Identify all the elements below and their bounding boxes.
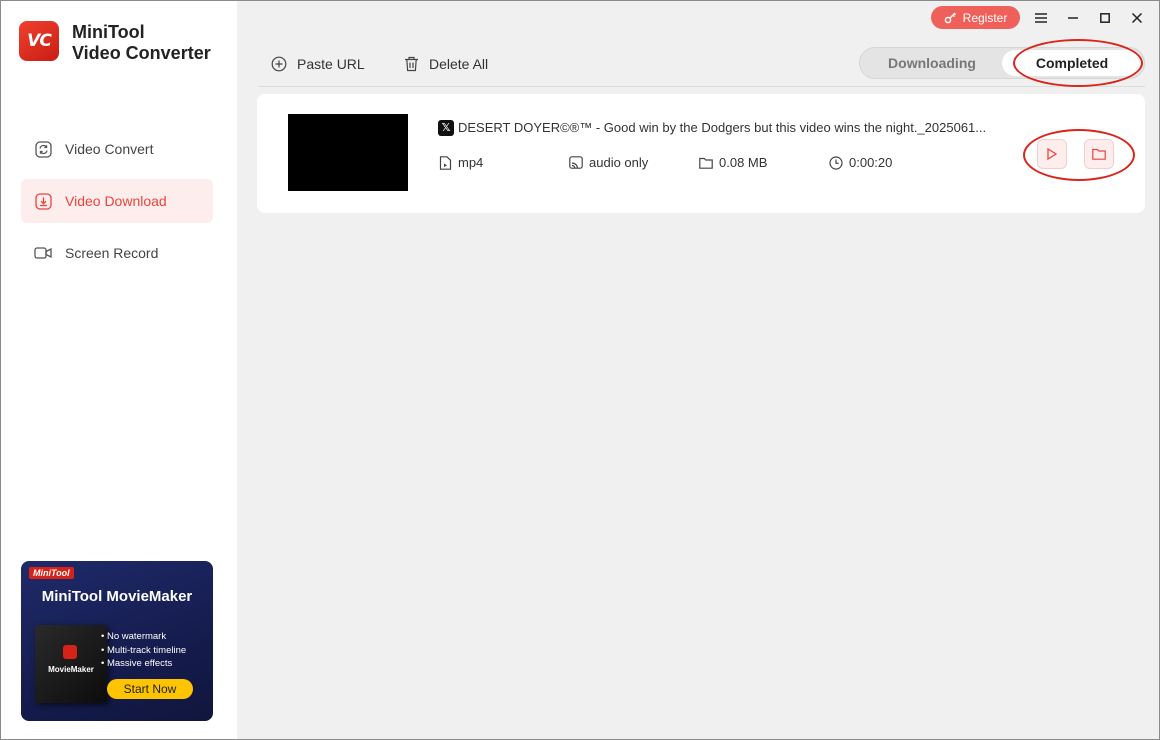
sidebar-item-video-download[interactable]: Video Download <box>21 179 213 223</box>
ad-feature: • Massive effects <box>101 658 173 669</box>
app-name: MiniTool Video Converter <box>72 22 211 64</box>
app-name-line2: Video Converter <box>72 43 211 63</box>
meta-type: audio only <box>569 155 648 170</box>
toolbar-divider <box>259 86 1145 87</box>
start-now-button[interactable]: Start Now <box>107 679 193 699</box>
file-title: DESERT DOYER©®™ - Good win by the Dodger… <box>458 120 987 135</box>
sidebar-nav: Video Convert Video Download Screen Reco… <box>21 127 213 283</box>
app-name-line1: MiniTool <box>72 22 145 42</box>
paste-url-button[interactable]: Paste URL <box>271 53 365 75</box>
moviemaker-ad-banner[interactable]: MiniTool MiniTool MovieMaker MovieMaker … <box>21 561 213 721</box>
paste-url-label: Paste URL <box>297 56 365 72</box>
sidebar: VC MiniTool Video Converter Video Conver… <box>1 1 237 739</box>
video-thumbnail[interactable] <box>288 114 408 191</box>
sidebar-item-label: Video Download <box>65 193 167 209</box>
sidebar-item-label: Screen Record <box>65 245 159 261</box>
meta-duration: 0:00:20 <box>829 155 892 170</box>
ad-title: MiniTool MovieMaker <box>41 588 193 605</box>
menu-icon[interactable] <box>1030 7 1052 29</box>
minimize-icon[interactable] <box>1062 7 1084 29</box>
sidebar-item-video-convert[interactable]: Video Convert <box>21 127 213 171</box>
meta-size: 0.08 MB <box>699 155 767 170</box>
moviemaker-logo-icon <box>63 645 77 659</box>
type-value: audio only <box>589 155 649 170</box>
ad-box-label: MovieMaker <box>48 665 94 674</box>
file-icon <box>439 155 452 170</box>
highlight-annotation-actions <box>1023 129 1135 181</box>
duration-value: 0:00:20 <box>849 155 893 170</box>
convert-icon <box>34 140 52 158</box>
meta-format: mp4 <box>439 155 483 170</box>
app-window: VC MiniTool Video Converter Video Conver… <box>0 0 1160 740</box>
clock-icon <box>829 155 843 170</box>
delete-all-label: Delete All <box>429 56 489 72</box>
size-value: 0.08 MB <box>719 155 768 170</box>
close-icon[interactable] <box>1126 7 1148 29</box>
trash-icon <box>404 56 419 72</box>
format-value: mp4 <box>458 155 484 170</box>
cast-icon <box>569 156 583 169</box>
delete-all-button[interactable]: Delete All <box>404 53 488 75</box>
camera-icon <box>34 244 52 262</box>
highlight-annotation-completed <box>1013 39 1143 87</box>
sidebar-item-screen-record[interactable]: Screen Record <box>21 231 213 275</box>
app-logo: VC <box>19 21 59 61</box>
maximize-icon[interactable] <box>1094 7 1116 29</box>
register-button[interactable]: Register <box>931 6 1020 29</box>
ad-feature: • Multi-track timeline <box>101 644 187 656</box>
moviemaker-box-image: MovieMaker <box>35 625 107 703</box>
ad-feature: • No watermark <box>101 631 167 642</box>
tab-downloading[interactable]: Downloading <box>862 50 1002 76</box>
download-item-card: 𝕏 DESERT DOYER©®™ - Good win by the Dodg… <box>257 94 1145 213</box>
sidebar-item-label: Video Convert <box>65 141 154 157</box>
plus-circle-icon <box>271 56 287 72</box>
ad-features: • No watermark • Multi-track timeline • … <box>101 630 186 671</box>
key-icon <box>944 11 957 24</box>
folder-icon <box>699 157 713 169</box>
register-label: Register <box>962 10 1008 25</box>
ad-brand-logo: MiniTool <box>29 567 74 579</box>
x-logo-icon: 𝕏 <box>438 120 454 136</box>
download-icon <box>34 192 52 210</box>
